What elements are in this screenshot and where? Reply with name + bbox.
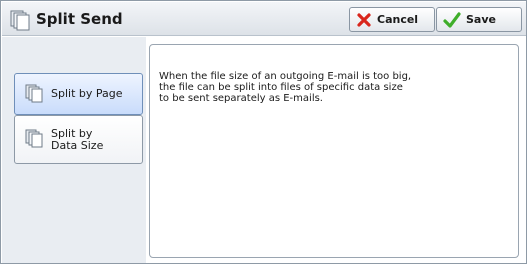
save-button-label: Save bbox=[466, 13, 496, 26]
split-options-panel: Split by Page Split by Data Size bbox=[2, 37, 146, 263]
red-x-icon bbox=[357, 12, 371, 27]
split-by-data-size-option[interactable]: Split by Data Size bbox=[14, 115, 143, 164]
split-by-data-size-icon bbox=[24, 128, 44, 151]
description-text: When the file size of an outgoing E-mail… bbox=[159, 71, 412, 104]
split-by-page-option[interactable]: Split by Page bbox=[14, 73, 143, 115]
green-check-icon bbox=[443, 11, 461, 28]
description-panel: When the file size of an outgoing E-mail… bbox=[149, 44, 519, 258]
split-by-page-label: Split by Page bbox=[51, 87, 123, 100]
split-by-data-size-label: Split by Data Size bbox=[51, 126, 104, 152]
cancel-button[interactable]: Cancel bbox=[349, 7, 435, 32]
cancel-button-label: Cancel bbox=[377, 13, 419, 26]
split-send-document-icon bbox=[9, 9, 31, 31]
split-by-page-icon bbox=[24, 83, 44, 106]
title-bar: Split Send Cancel Save bbox=[2, 2, 526, 36]
split-send-dialog: Split Send Cancel Save Split by Page Spl… bbox=[0, 0, 527, 264]
save-button[interactable]: Save bbox=[436, 7, 522, 32]
page-title: Split Send bbox=[36, 10, 123, 28]
